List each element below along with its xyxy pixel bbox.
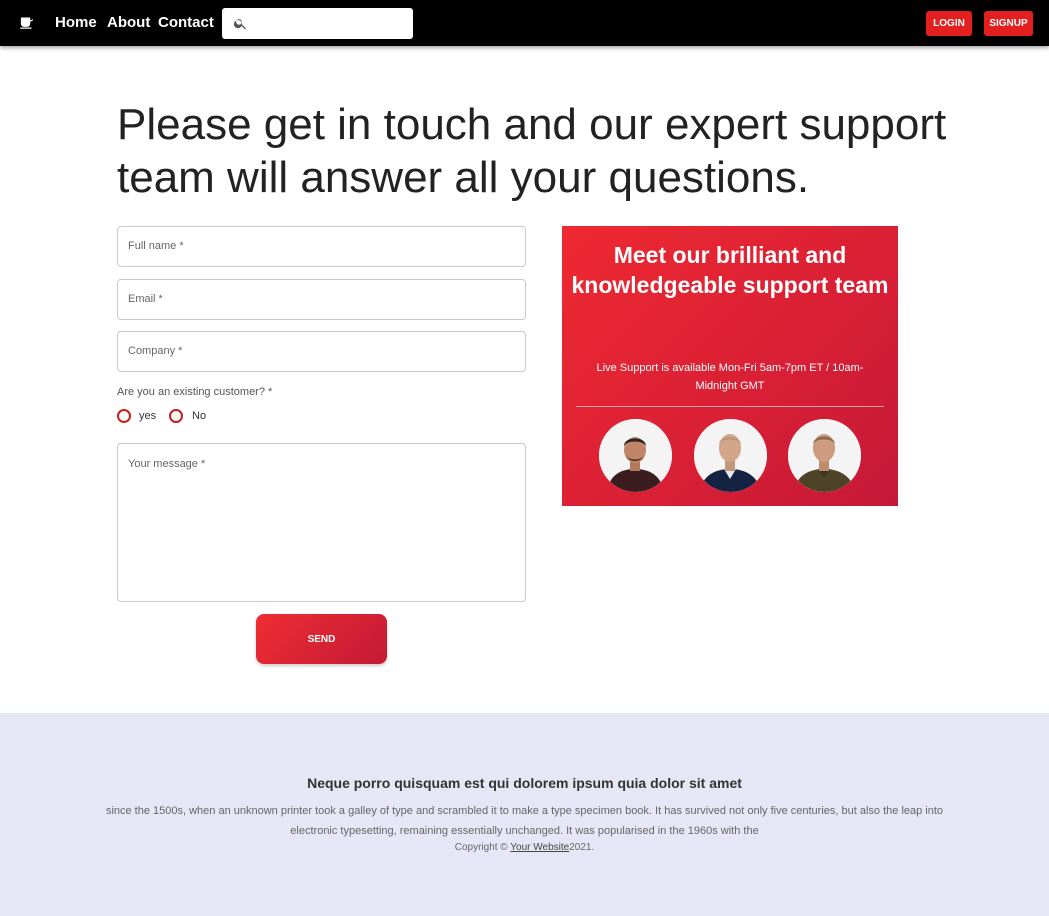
login-button[interactable]: LOGIN <box>926 11 972 36</box>
radio-no-label[interactable]: No <box>192 410 206 422</box>
message-label: Your message * <box>128 458 206 470</box>
navbar: Home About Contact LOGIN SIGNUP <box>0 0 1049 46</box>
divider <box>576 406 884 407</box>
coffee-icon[interactable] <box>19 15 34 30</box>
radio-yes[interactable] <box>117 409 131 423</box>
search-icon <box>233 16 248 31</box>
message-field[interactable]: Your message * <box>117 443 526 602</box>
full-name-label: Full name * <box>128 240 184 252</box>
avatar <box>788 419 861 492</box>
signup-button[interactable]: SIGNUP <box>984 11 1033 36</box>
radio-yes-label[interactable]: yes <box>139 410 156 422</box>
search-input[interactable] <box>254 12 408 36</box>
support-card: Meet our brilliant and knowledgeable sup… <box>562 226 898 506</box>
page-title: Please get in touch and our expert suppo… <box>117 100 947 202</box>
copyright-suffix: 2021. <box>569 842 595 853</box>
search-box <box>222 8 413 39</box>
support-card-title: Meet our brilliant and knowledgeable sup… <box>571 242 889 298</box>
website-link[interactable]: Your Website <box>510 842 569 853</box>
nav-link-home[interactable]: Home <box>55 14 97 32</box>
company-label: Company * <box>128 345 183 357</box>
existing-customer-question: Are you an existing customer? * <box>117 386 273 398</box>
avatar <box>694 419 767 492</box>
email-label: Email * <box>128 293 163 305</box>
company-field[interactable]: Company * <box>117 331 526 372</box>
footer-copyright: Copyright © Your Website2021. <box>0 842 1049 853</box>
full-name-field[interactable]: Full name * <box>117 226 526 267</box>
copyright-prefix: Copyright © <box>454 842 511 853</box>
email-field[interactable]: Email * <box>117 279 526 320</box>
avatar <box>599 419 672 492</box>
nav-link-about[interactable]: About <box>107 14 150 32</box>
send-button[interactable]: SEND <box>256 614 387 664</box>
footer: Neque porro quisquam est qui dolorem ips… <box>0 713 1049 916</box>
nav-link-contact[interactable]: Contact <box>158 14 214 32</box>
radio-no[interactable] <box>169 409 183 423</box>
footer-title: Neque porro quisquam est qui dolorem ips… <box>307 775 742 791</box>
support-availability-text: Live Support is available Mon-Fri 5am-7p… <box>596 362 864 392</box>
footer-text: since the 1500s, when an unknown printer… <box>105 805 944 837</box>
